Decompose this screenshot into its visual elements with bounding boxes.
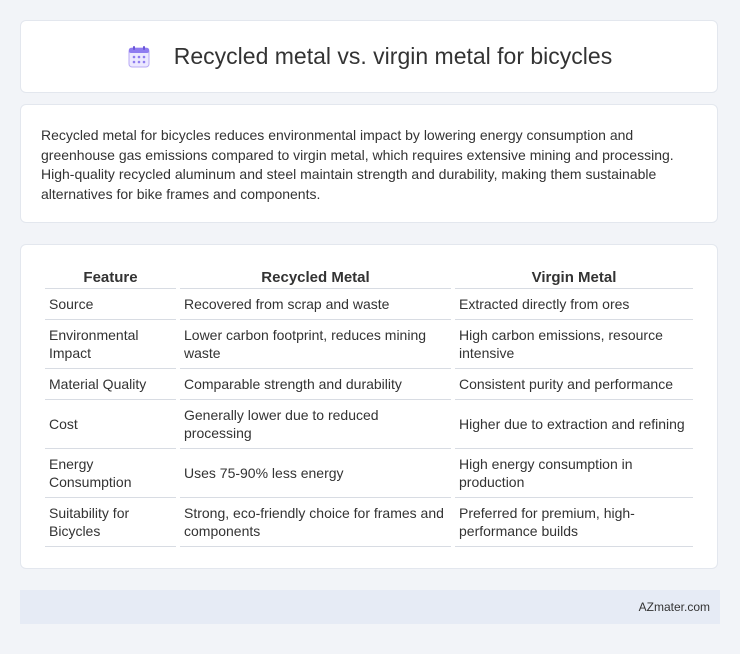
cell-virgin: Higher due to extraction and refining <box>455 400 693 449</box>
cell-virgin: Extracted directly from ores <box>455 289 693 320</box>
table-row: Suitability for Bicycles Strong, eco-fri… <box>45 498 693 547</box>
column-header-virgin: Virgin Metal <box>455 263 693 289</box>
cell-feature: Source <box>45 289 176 320</box>
footer-brand[interactable]: AZmater.com <box>639 600 710 614</box>
cell-recycled: Lower carbon footprint, reduces mining w… <box>180 320 451 369</box>
cell-feature: Environmental Impact <box>45 320 176 369</box>
cell-recycled: Comparable strength and durability <box>180 369 451 400</box>
summary-card: Recycled metal for bicycles reduces envi… <box>20 104 718 223</box>
cell-feature: Energy Consumption <box>45 449 176 498</box>
column-header-feature: Feature <box>45 263 176 289</box>
cell-virgin: Consistent purity and performance <box>455 369 693 400</box>
table-row: Material Quality Comparable strength and… <box>45 369 693 400</box>
table-row: Cost Generally lower due to reduced proc… <box>45 400 693 449</box>
cell-recycled: Recovered from scrap and waste <box>180 289 451 320</box>
column-header-recycled: Recycled Metal <box>180 263 451 289</box>
summary-text: Recycled metal for bicycles reduces envi… <box>41 127 674 202</box>
cell-feature: Cost <box>45 400 176 449</box>
table-row: Source Recovered from scrap and waste Ex… <box>45 289 693 320</box>
table-row: Energy Consumption Uses 75-90% less ener… <box>45 449 693 498</box>
cell-virgin: High energy consumption in production <box>455 449 693 498</box>
cell-recycled: Strong, eco-friendly choice for frames a… <box>180 498 451 547</box>
cell-feature: Suitability for Bicycles <box>45 498 176 547</box>
comparison-card: Feature Recycled Metal Virgin Metal Sour… <box>20 244 718 569</box>
cell-recycled: Generally lower due to reduced processin… <box>180 400 451 449</box>
cell-recycled: Uses 75-90% less energy <box>180 449 451 498</box>
footer-bar: AZmater.com <box>20 590 720 624</box>
cell-feature: Material Quality <box>45 369 176 400</box>
cell-virgin: High carbon emissions, resource intensiv… <box>455 320 693 369</box>
calendar-icon <box>128 45 150 67</box>
cell-virgin: Preferred for premium, high-performance … <box>455 498 693 547</box>
table-header-row: Feature Recycled Metal Virgin Metal <box>45 263 693 289</box>
page-title: Recycled metal vs. virgin metal for bicy… <box>173 43 613 69</box>
table-row: Environmental Impact Lower carbon footpr… <box>45 320 693 369</box>
comparison-table: Feature Recycled Metal Virgin Metal Sour… <box>41 263 697 547</box>
title-card: Recycled metal vs. virgin metal for bicy… <box>20 20 718 93</box>
